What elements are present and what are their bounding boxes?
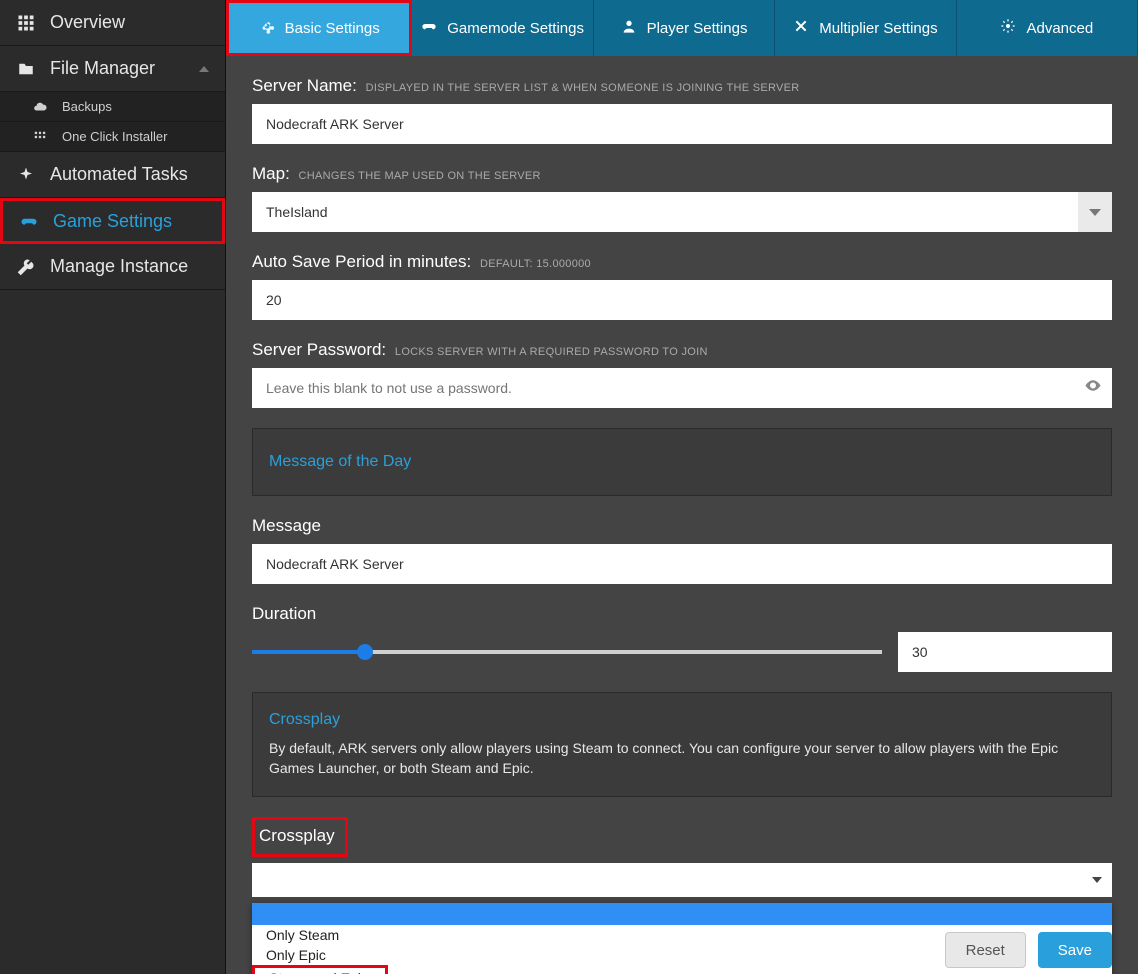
label-text: Server Password: [252,340,386,359]
slider-thumb[interactable] [357,644,373,660]
tab-label: Gamemode Settings [447,20,584,37]
crossplay-section-title: Crossplay [269,711,1095,729]
gamepad-icon [421,18,437,38]
field-duration: Duration 30 [252,604,1112,672]
motd-title: Message of the Day [269,453,1095,471]
slider-fill [252,650,365,654]
grid-small-icon [32,127,48,147]
map-label: Map: CHANGES THE MAP USED ON THE SERVER [252,164,1112,184]
tab-basic-settings[interactable]: Basic Settings [226,0,412,56]
main-panel: Basic Settings Gamemode Settings Player … [226,0,1138,974]
sidebar-item-label: Backups [62,99,209,114]
duration-value[interactable]: 30 [898,632,1112,672]
sidebar-item-file-manager[interactable]: File Manager [0,46,225,92]
tab-label: Advanced [1026,20,1093,37]
footer-buttons: Reset Save [945,932,1112,968]
password-label: Server Password: LOCKS SERVER WITH A REQ… [252,340,1112,360]
gear-icon [259,18,275,38]
label-hint: DEFAULT: 15.000000 [480,258,591,270]
field-password: Server Password: LOCKS SERVER WITH A REQ… [252,340,1112,408]
sparkle-icon [16,165,36,185]
grid-icon [16,13,36,33]
sidebar-item-manage-instance[interactable]: Manage Instance [0,244,225,290]
map-dropdown-button[interactable] [1078,192,1112,232]
tab-player-settings[interactable]: Player Settings [594,0,775,56]
tab-multiplier-settings[interactable]: Multiplier Settings [775,0,956,56]
cog-icon [1000,18,1016,38]
crossplay-select[interactable] [252,863,1112,897]
sidebar-item-label: Manage Instance [50,256,209,277]
field-autosave: Auto Save Period in minutes: DEFAULT: 15… [252,252,1112,320]
tab-gamemode-settings[interactable]: Gamemode Settings [412,0,593,56]
server-name-input[interactable] [252,104,1112,144]
sidebar-item-one-click-installer[interactable]: One Click Installer [0,122,225,152]
autosave-label: Auto Save Period in minutes: DEFAULT: 15… [252,252,1112,272]
label-hint: DISPLAYED IN THE SERVER LIST & WHEN SOME… [366,82,800,94]
chevron-down-icon [1089,209,1101,216]
tab-label: Multiplier Settings [819,20,937,37]
message-input[interactable] [252,544,1112,584]
field-message: Message [252,516,1112,584]
tab-label: Player Settings [647,20,748,37]
sidebar-item-label: File Manager [50,58,199,79]
duration-slider[interactable] [252,650,882,654]
eye-icon[interactable] [1084,377,1102,400]
field-map: Map: CHANGES THE MAP USED ON THE SERVER [252,164,1112,232]
crossplay-section: Crossplay By default, ARK servers only a… [252,692,1112,797]
sidebar-item-overview[interactable]: Overview [0,0,225,46]
label-hint: CHANGES THE MAP USED ON THE SERVER [299,170,541,182]
chevron-down-icon [1092,877,1102,883]
tab-label: Basic Settings [285,20,380,37]
field-server-name: Server Name: DISPLAYED IN THE SERVER LIS… [252,76,1112,144]
chevron-up-icon [199,66,209,72]
sidebar-item-label: Overview [50,12,209,33]
sidebar-item-game-settings[interactable]: Game Settings [0,198,225,244]
field-crossplay: Crossplay [252,817,1112,897]
message-label: Message [252,516,1112,536]
tab-bar: Basic Settings Gamemode Settings Player … [226,0,1138,56]
autosave-input[interactable] [252,280,1112,320]
server-name-label: Server Name: DISPLAYED IN THE SERVER LIS… [252,76,1112,96]
duration-label: Duration [252,604,1112,624]
form-body: Server Name: DISPLAYED IN THE SERVER LIS… [226,56,1138,974]
dropdown-option-steam-and-epic[interactable]: Steam and Epic [252,965,388,974]
cloud-icon [32,97,48,117]
label-text: Auto Save Period in minutes: [252,252,471,271]
user-icon [621,18,637,38]
gamepad-icon [19,211,39,231]
map-input[interactable] [252,192,1078,232]
x-icon [793,18,809,38]
crossplay-label: Crossplay [259,826,335,845]
folder-icon [16,59,36,79]
sidebar-item-automated-tasks[interactable]: Automated Tasks [0,152,225,198]
crossplay-label-highlight: Crossplay [252,817,348,857]
tab-advanced[interactable]: Advanced [957,0,1138,56]
sidebar: Overview File Manager Backups One Click … [0,0,226,974]
sidebar-item-label: Game Settings [53,211,206,232]
password-input[interactable] [252,368,1112,408]
reset-button[interactable]: Reset [945,932,1026,968]
dropdown-option-blank[interactable] [252,903,1112,925]
motd-section: Message of the Day [252,428,1112,496]
sidebar-item-backups[interactable]: Backups [0,92,225,122]
save-button[interactable]: Save [1038,932,1112,968]
label-text: Map: [252,164,290,183]
sidebar-item-label: Automated Tasks [50,164,209,185]
sidebar-item-label: One Click Installer [62,129,209,144]
label-text: Server Name: [252,76,357,95]
label-hint: LOCKS SERVER WITH A REQUIRED PASSWORD TO… [395,346,708,358]
wrench-icon [16,257,36,277]
crossplay-section-body: By default, ARK servers only allow playe… [269,739,1095,778]
